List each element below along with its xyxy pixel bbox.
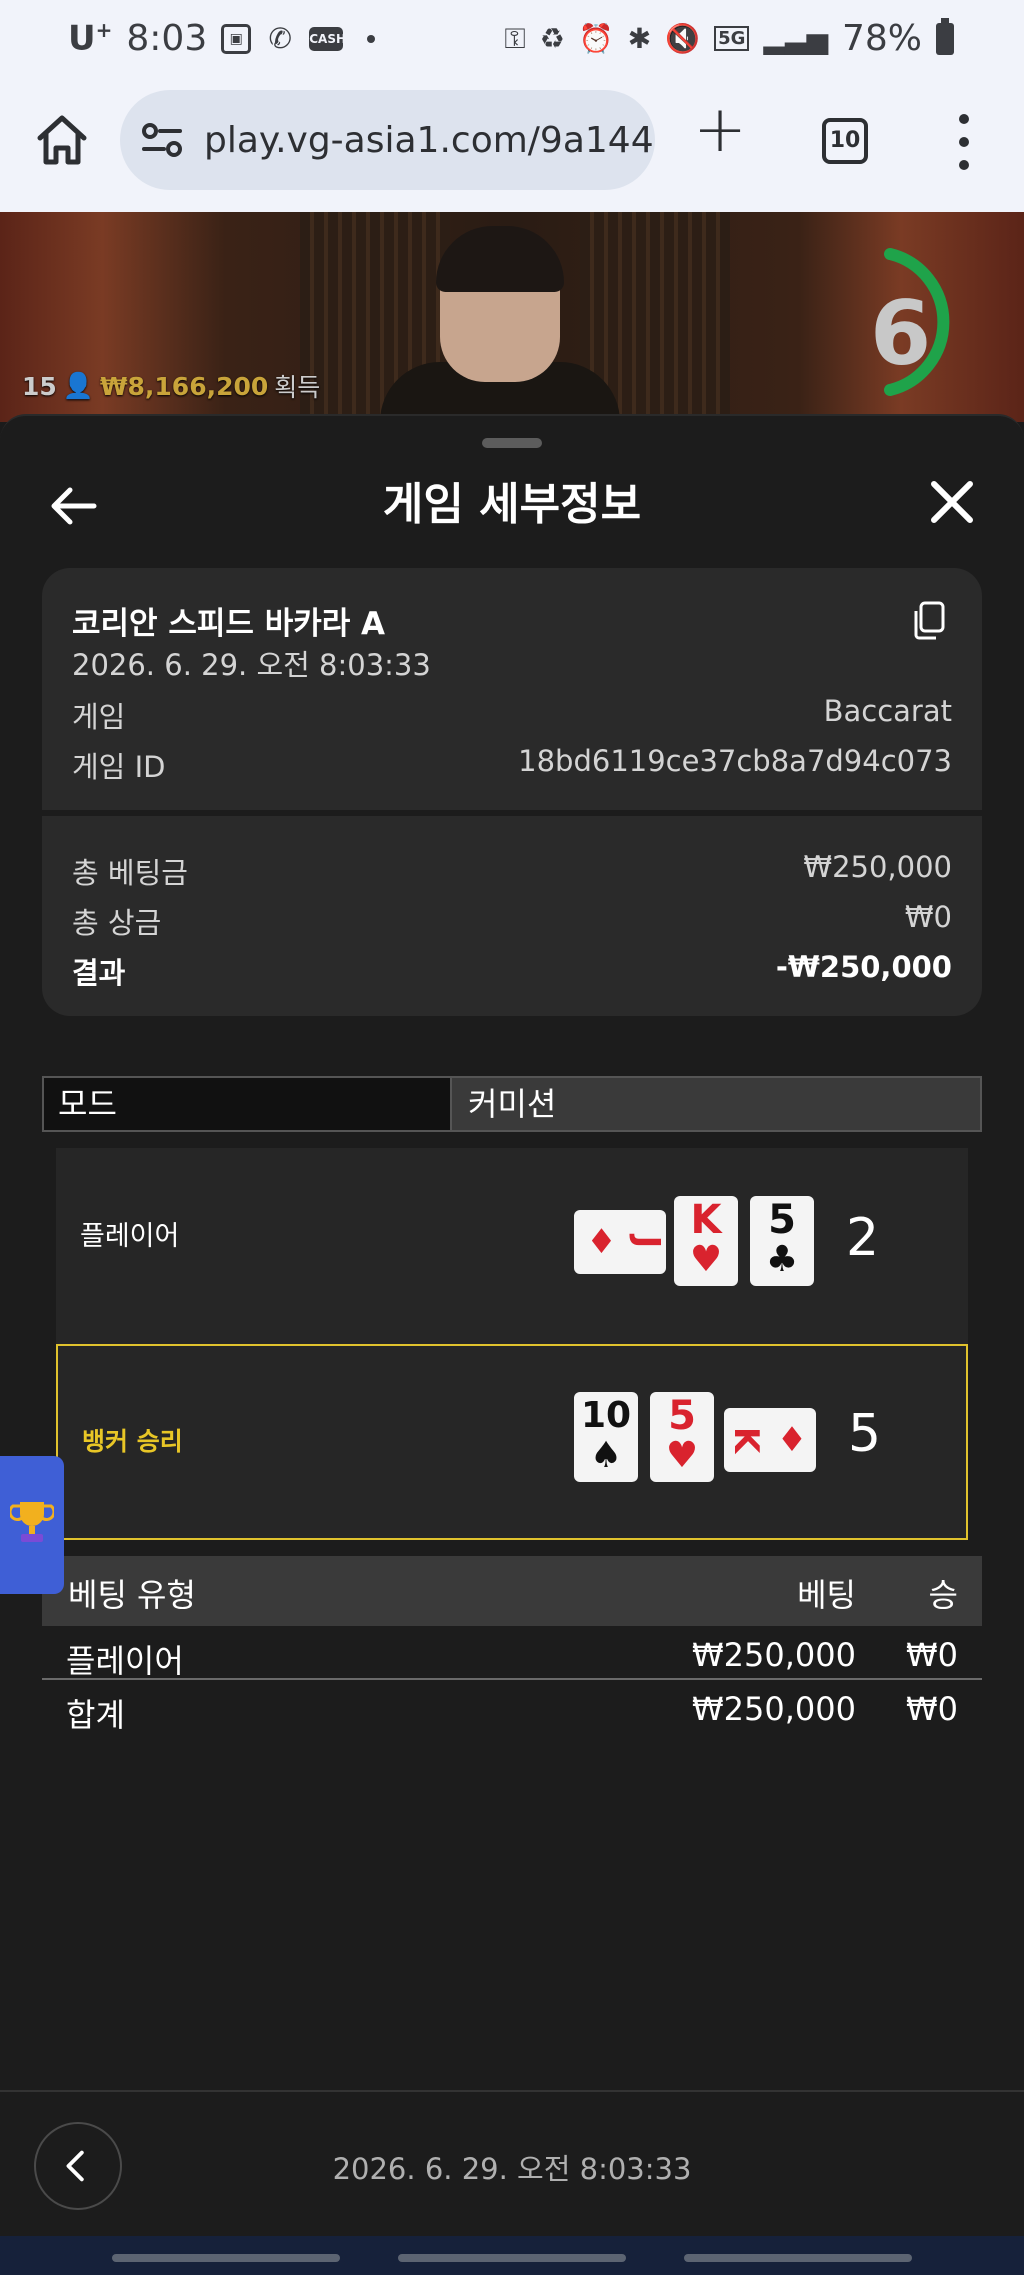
player-hand: 플레이어 ♦ J K ♥ 5 ♣ 2 <box>56 1148 968 1344</box>
footer-datetime: 2026. 6. 29. 오전 8:03:33 <box>332 2152 692 2186</box>
notification-dot-icon <box>367 34 376 43</box>
mode-value: 커미션 <box>452 1078 980 1130</box>
bet-amount-cell: ₩250,000 <box>692 1636 856 1674</box>
banker-card-2: 5 ♥ <box>650 1392 714 1482</box>
player-card-1: ♦ J <box>574 1210 667 1274</box>
mute-icon: 🔇 <box>665 22 701 55</box>
banker-score: 5 <box>848 1404 882 1464</box>
recents-gesture-handle[interactable] <box>112 2254 340 2262</box>
player-card-2: K ♥ <box>674 1196 738 1286</box>
game-type-value: Baccarat <box>823 694 952 728</box>
winnings-amount: ₩8,166,200 <box>99 371 269 401</box>
trophy-icon <box>10 1502 54 1542</box>
winnings-label: 획득 <box>274 373 321 402</box>
player-hand-label: 플레이어 <box>80 1221 180 1252</box>
key-icon: ⚿ <box>504 21 526 55</box>
banker-hand: 뱅커 승리 10 ♠ 5 ♥ K ♦ 5 <box>56 1344 968 1540</box>
banker-hand-label: 뱅커 승리 <box>82 1427 183 1456</box>
new-tab-button[interactable]: + <box>692 98 748 162</box>
total-bet-row: 총 베팅금 ₩250,000 <box>72 850 952 892</box>
banker-card-1: 10 ♠ <box>574 1392 638 1482</box>
mode-label: 모드 <box>44 1078 452 1130</box>
system-navigation-bar <box>0 2236 1024 2275</box>
alarm-icon: ⏰ <box>578 22 614 55</box>
result-label: 결과 <box>72 956 126 990</box>
home-icon[interactable] <box>32 110 92 170</box>
game-summary-card: 코리안 스피드 바카라 A 2026. 6. 29. 오전 8:03:33 게임… <box>42 568 982 1016</box>
sheet-title: 게임 세부정보 <box>382 479 642 530</box>
table-name: 코리안 스피드 바카라 A <box>72 606 386 642</box>
browser-toolbar: play.vg-asia1.com/9a144 + 10 <box>0 84 1024 212</box>
card-divider <box>42 810 982 816</box>
result-value: -₩250,000 <box>775 950 952 984</box>
status-bar: U+ 8:03 ▣ ✆ CASH ⚿ ♻ ⏰ ✱ 🔇 5G ▂▃▅ 78% <box>0 0 1024 84</box>
url-text: play.vg-asia1.com/9a144 <box>204 119 654 161</box>
game-type-row: 게임 Baccarat <box>72 694 952 736</box>
bet-type-header: 베팅 유형 <box>68 1576 196 1614</box>
player-score: 2 <box>846 1208 880 1268</box>
network-icon: 5G <box>714 26 750 51</box>
site-settings-icon[interactable] <box>140 118 184 162</box>
banker-card-3: K ♦ <box>724 1408 816 1472</box>
total-win-cell: ₩0 <box>906 1690 958 1728</box>
player-card-3: 5 ♣ <box>750 1196 814 1286</box>
person-icon: 👤 <box>62 371 94 400</box>
total-label-cell: 합계 <box>66 1696 125 1734</box>
game-datetime: 2026. 6. 29. 오전 8:03:33 <box>72 648 431 682</box>
signal-icon: ▂▃▅ <box>763 22 828 55</box>
game-details-sheet: 게임 세부정보 코리안 스피드 바카라 A 2026. 6. 29. 오전 8:… <box>0 414 1024 2236</box>
game-id-value: 18bd6119ce37cb8a7d94c073 <box>518 744 952 778</box>
total-win-label: 총 상금 <box>72 906 162 940</box>
browser-menu-icon[interactable] <box>950 114 978 170</box>
total-bet-label: 총 베팅금 <box>72 856 188 890</box>
address-bar[interactable]: play.vg-asia1.com/9a144 <box>120 90 655 190</box>
total-bet-value: ₩250,000 <box>803 850 952 884</box>
bet-amount-header: 베팅 <box>797 1576 856 1614</box>
win-amount-header: 승 <box>928 1576 958 1614</box>
home-gesture-handle[interactable] <box>398 2254 626 2262</box>
battery-percent: 78% <box>841 18 922 59</box>
live-video-feed: 15 👤 ₩8,166,200 획득 6 <box>0 212 1024 422</box>
tab-switcher-button[interactable]: 10 <box>822 118 868 164</box>
battery-icon <box>936 17 954 55</box>
bets-table-header: 베팅 유형 베팅 승 <box>42 1556 982 1626</box>
table-row: 플레이어 ₩250,000 ₩0 <box>42 1628 982 1684</box>
status-time: 8:03 <box>126 18 208 59</box>
mode-bar: 모드 커미션 <box>42 1076 982 1132</box>
carrier-label: U+ <box>68 18 113 59</box>
total-win-row: 총 상금 ₩0 <box>72 900 952 942</box>
bet-type-cell: 플레이어 <box>66 1642 184 1680</box>
phone-icon: ✆ <box>268 21 292 55</box>
copy-icon[interactable] <box>912 600 946 640</box>
close-icon[interactable] <box>928 478 976 526</box>
result-row: 결과 -₩250,000 <box>72 950 952 992</box>
game-id-row: 게임 ID 18bd6119ce37cb8a7d94c073 <box>72 744 952 786</box>
back-gesture-handle[interactable] <box>684 2254 912 2262</box>
cash-app-icon: CASH <box>309 26 346 51</box>
table-total-row: 합계 ₩250,000 ₩0 <box>42 1682 982 1738</box>
footer-divider <box>0 2090 1024 2092</box>
game-type-label: 게임 <box>72 700 126 734</box>
total-bet-cell: ₩250,000 <box>692 1690 856 1728</box>
countdown-timer: 6 <box>870 282 932 385</box>
recycle-icon: ♻ <box>539 22 565 55</box>
leaderboard-tab[interactable] <box>0 1456 64 1594</box>
win-amount-cell: ₩0 <box>906 1636 958 1674</box>
dealer-figure <box>436 226 564 292</box>
bluetooth-icon: ✱ <box>627 22 652 55</box>
player-count: 15 <box>22 371 57 401</box>
sheet-drag-handle[interactable] <box>482 438 542 448</box>
game-id-label: 게임 ID <box>72 750 166 784</box>
round-winnings: 15 👤 ₩8,166,200 획득 <box>22 368 320 404</box>
table-divider <box>42 1678 982 1680</box>
gallery-icon: ▣ <box>221 23 252 54</box>
total-win-value: ₩0 <box>904 900 952 934</box>
